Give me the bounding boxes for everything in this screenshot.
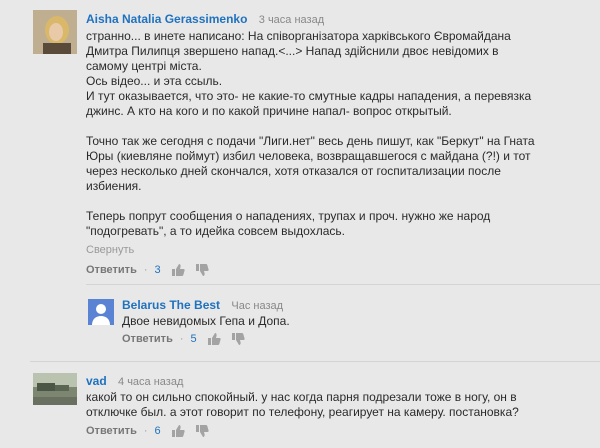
avatar[interactable] bbox=[88, 299, 114, 325]
separator: · bbox=[143, 425, 148, 437]
comment-time[interactable]: Час назад bbox=[231, 300, 283, 312]
reply-button[interactable]: Ответить bbox=[122, 333, 173, 345]
comment-time[interactable]: 3 часа назад bbox=[259, 14, 324, 26]
default-user-icon bbox=[88, 299, 114, 325]
divider bbox=[30, 361, 600, 362]
avatar-photo-icon bbox=[33, 10, 77, 54]
avatar[interactable] bbox=[33, 373, 77, 405]
thumb-up-icon[interactable] bbox=[207, 332, 221, 346]
comment-text: какой то он сильно спокойный. у нас когд… bbox=[86, 390, 519, 419]
like-count: 3 bbox=[154, 264, 161, 276]
comment-author[interactable]: Belarus The Best bbox=[122, 298, 220, 312]
thumb-up-icon[interactable] bbox=[171, 263, 185, 277]
comment-text: Двое невидомых Гепа и Допа. bbox=[122, 314, 290, 328]
comment-text: странно... в инете написано: На співорга… bbox=[86, 29, 535, 238]
avatar[interactable] bbox=[33, 10, 77, 54]
avatar-photo-icon bbox=[33, 373, 77, 405]
comment-time[interactable]: 4 часа назад bbox=[118, 376, 183, 388]
comment-author[interactable]: Aisha Natalia Gerassimenko bbox=[86, 12, 247, 26]
thumb-up-icon[interactable] bbox=[171, 424, 185, 438]
reply-button[interactable]: Ответить bbox=[86, 425, 137, 437]
comment-author[interactable]: vad bbox=[86, 374, 107, 388]
like-count: 5 bbox=[190, 333, 197, 345]
thumb-down-icon[interactable] bbox=[231, 332, 245, 346]
separator: · bbox=[179, 333, 184, 345]
separator: · bbox=[143, 264, 148, 276]
thumb-down-icon[interactable] bbox=[195, 263, 209, 277]
reply-button[interactable]: Ответить bbox=[86, 264, 137, 276]
like-count: 6 bbox=[154, 425, 161, 437]
thumb-down-icon[interactable] bbox=[195, 424, 209, 438]
divider bbox=[86, 284, 600, 285]
collapse-link[interactable]: Свернуть bbox=[86, 244, 134, 256]
